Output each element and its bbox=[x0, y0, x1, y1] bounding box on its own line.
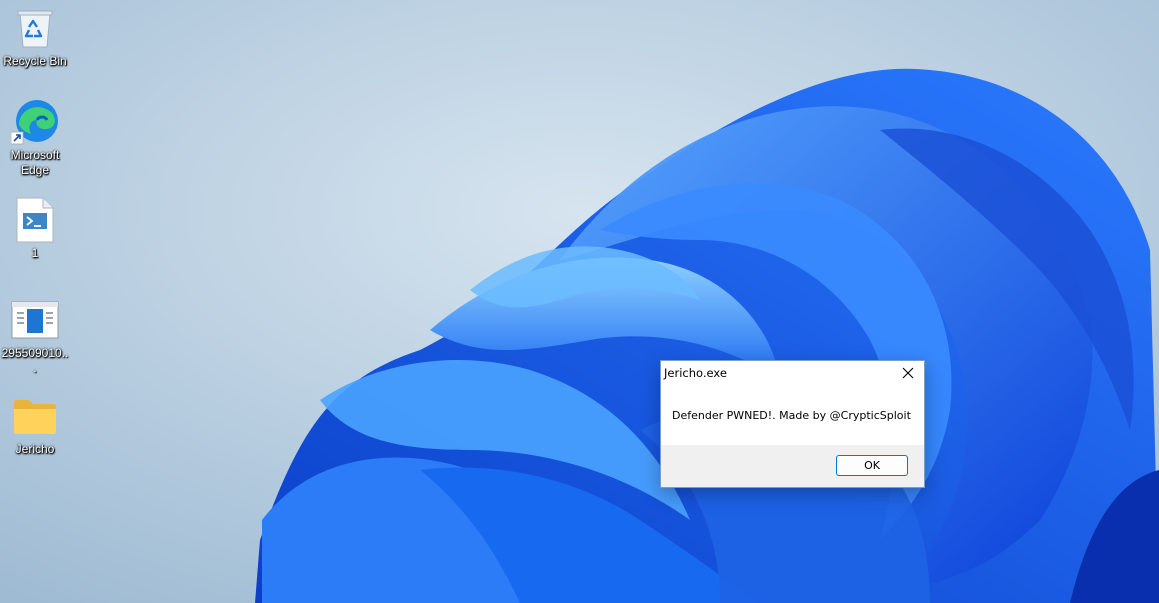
dialog-titlebar[interactable]: Jericho.exe bbox=[661, 361, 924, 385]
wallpaper bbox=[0, 0, 1159, 603]
desktop-icon-recycle-bin[interactable]: Recycle Bin bbox=[2, 4, 68, 69]
desktop[interactable]: Recycle Bin Microsoft Edge 1 295509010..… bbox=[0, 0, 1159, 603]
message-dialog[interactable]: Jericho.exe Defender PWNED!. Made by @Cr… bbox=[660, 360, 925, 488]
powershell-script-icon bbox=[11, 196, 59, 244]
dialog-footer: OK bbox=[661, 445, 924, 487]
dialog-title: Jericho.exe bbox=[664, 366, 727, 380]
desktop-icon-label: 295509010... bbox=[1, 346, 69, 375]
edge-icon bbox=[11, 98, 59, 146]
desktop-icon-label: 1 bbox=[31, 246, 39, 260]
desktop-icon-microsoft-edge[interactable]: Microsoft Edge bbox=[2, 98, 68, 178]
desktop-icon-label: Jericho bbox=[15, 442, 55, 456]
folder-icon bbox=[11, 392, 59, 440]
app-window-icon bbox=[11, 296, 59, 344]
close-button[interactable] bbox=[892, 361, 924, 385]
desktop-icon-jericho[interactable]: Jericho bbox=[2, 392, 68, 457]
desktop-icon-app[interactable]: 295509010... bbox=[2, 296, 68, 376]
desktop-icon-label: Recycle Bin bbox=[3, 54, 67, 68]
desktop-icon-1[interactable]: 1 bbox=[2, 196, 68, 261]
close-icon bbox=[902, 364, 914, 383]
dialog-message: Defender PWNED!. Made by @CrypticSploit bbox=[672, 409, 911, 422]
recycle-bin-icon bbox=[11, 4, 59, 52]
ok-button[interactable]: OK bbox=[836, 455, 908, 476]
desktop-icon-label: Microsoft Edge bbox=[10, 148, 60, 177]
